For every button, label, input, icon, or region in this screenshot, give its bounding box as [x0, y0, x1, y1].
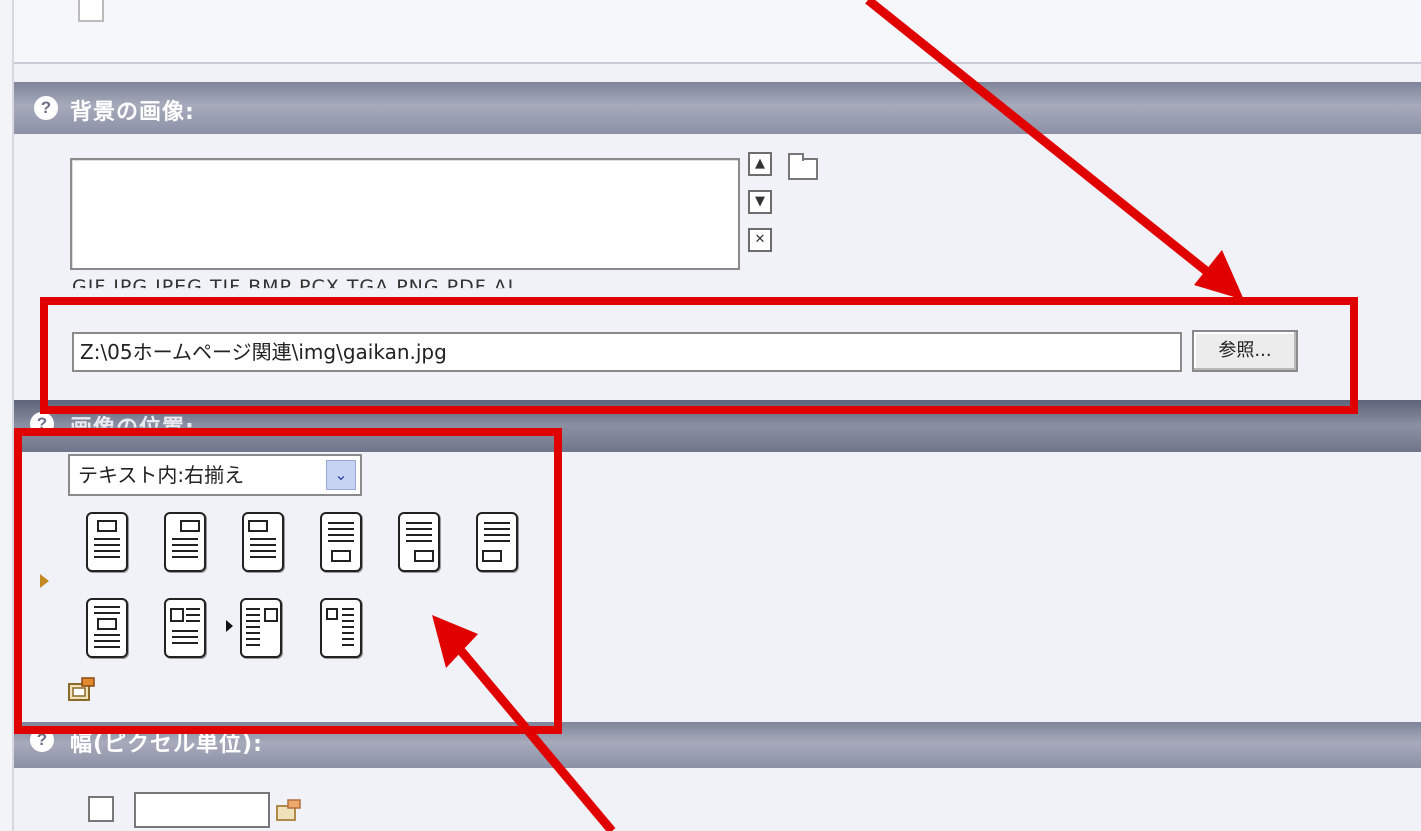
background-image-list[interactable]: [70, 158, 740, 270]
top-checkbox[interactable]: [78, 0, 104, 22]
remove-icon[interactable]: ✕: [748, 228, 772, 252]
width-checkbox[interactable]: [88, 796, 114, 822]
background-image-header: ? 背景の画像:: [14, 82, 1421, 134]
top-row: [14, 0, 1421, 64]
background-image-label: 背景の画像:: [70, 100, 195, 125]
width-properties-icon[interactable]: [276, 798, 302, 822]
layout-highlight: [14, 428, 562, 734]
move-up-icon[interactable]: ▲: [748, 152, 772, 176]
file-path-highlight: [40, 297, 1358, 414]
folder-icon[interactable]: [788, 153, 818, 180]
help-icon[interactable]: ?: [34, 96, 58, 120]
move-down-icon[interactable]: ▼: [748, 190, 772, 214]
width-input[interactable]: [134, 792, 270, 828]
